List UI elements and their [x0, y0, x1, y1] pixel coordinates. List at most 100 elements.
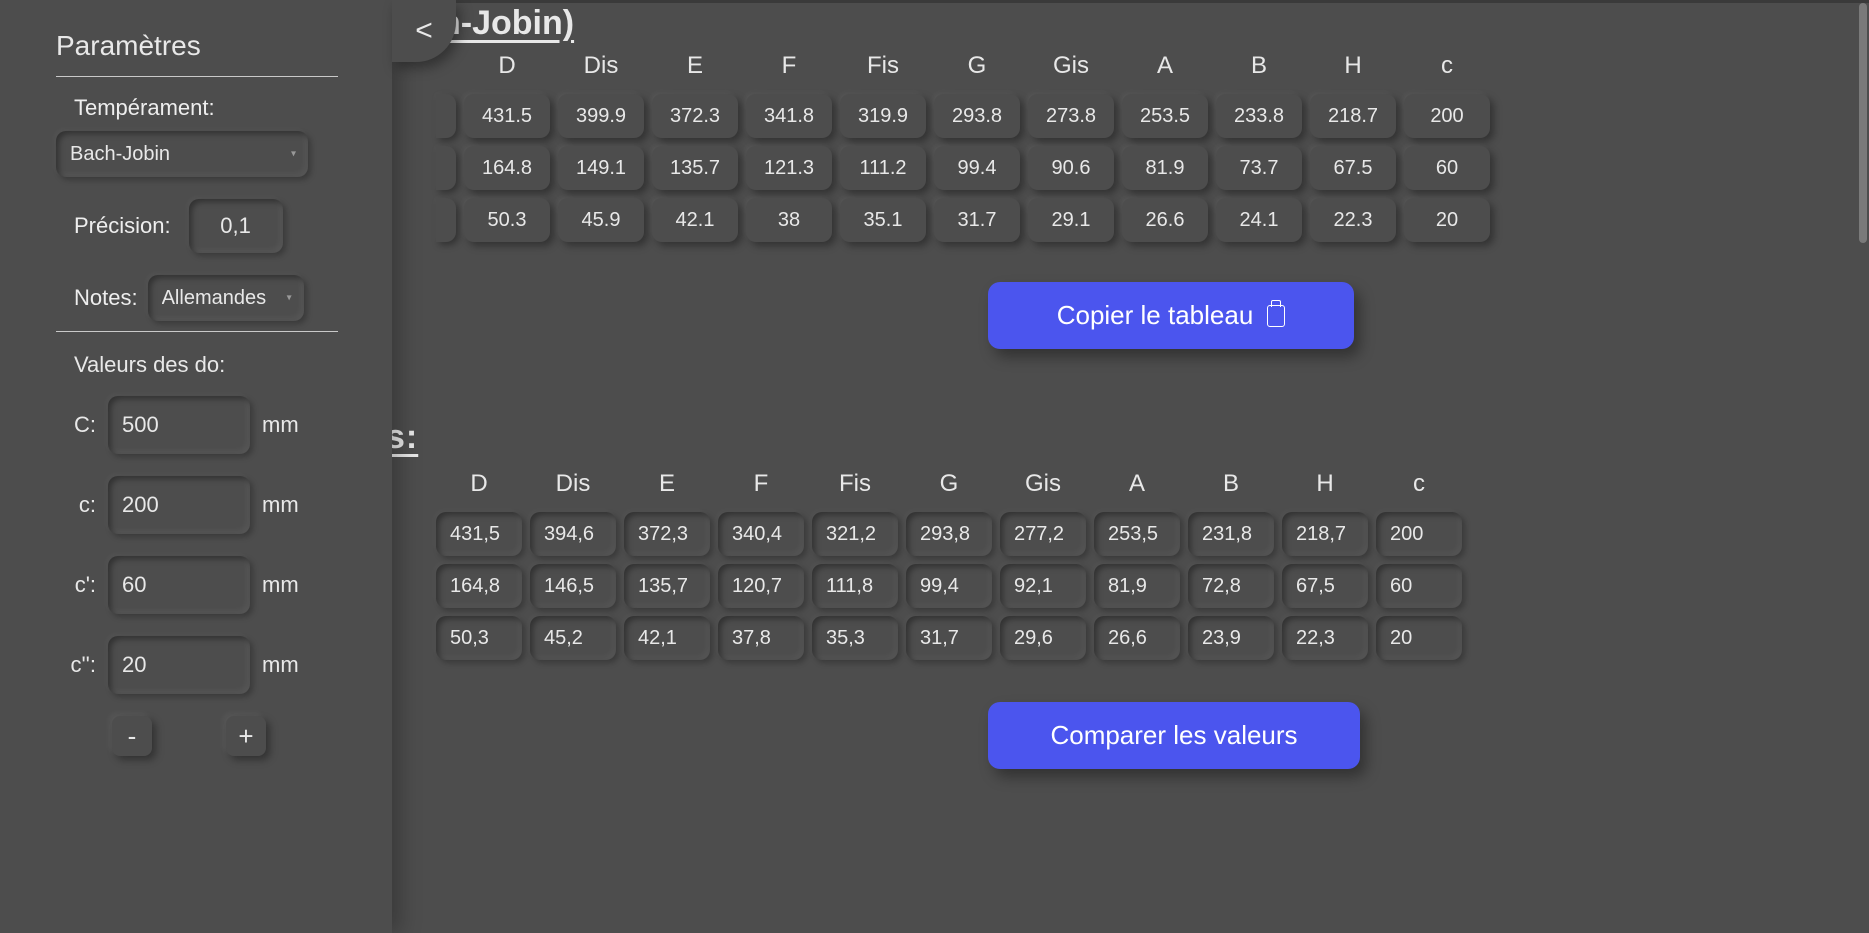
do-input-2[interactable] — [108, 556, 250, 614]
table-cell: 372.3 — [652, 94, 738, 138]
table-input-cell[interactable]: 92,1 — [1000, 564, 1086, 608]
table-input-cell[interactable]: 37,8 — [718, 616, 804, 660]
table-input-cell[interactable]: 60 — [1376, 564, 1462, 608]
table-input-cell[interactable]: 31,7 — [906, 616, 992, 660]
divider — [56, 76, 338, 77]
clipboard-icon — [1267, 305, 1285, 327]
table-cell: 121.3 — [746, 146, 832, 190]
table-input-cell[interactable]: 72,8 — [1188, 564, 1274, 608]
table-input-cell[interactable]: 372,3 — [624, 512, 710, 556]
results-table: DDisEFFisGGisABHc431.5399.9372.3341.8319… — [428, 38, 1498, 250]
unit-label: mm — [262, 412, 299, 438]
table-cell: 253.5 — [1122, 94, 1208, 138]
table-cell: 81.9 — [1122, 146, 1208, 190]
do-input-3[interactable] — [108, 636, 250, 694]
column-header: A — [1094, 464, 1180, 504]
column-header: Gis — [1028, 46, 1114, 86]
table-cell: 31.7 — [934, 198, 1020, 242]
divider — [56, 331, 338, 332]
table-input-cell[interactable]: 111,8 — [812, 564, 898, 608]
do-label: c': — [56, 572, 96, 598]
table-cell: 164.8 — [464, 146, 550, 190]
table-input-cell[interactable]: 277,2 — [1000, 512, 1086, 556]
main-content: < h-Jobin) DDisEFFisGGisABHc431.5399.937… — [392, 0, 1869, 933]
do-value-row: c'':mm — [56, 636, 352, 694]
table-input-cell[interactable]: 81,9 — [1094, 564, 1180, 608]
table-cell: 319.9 — [840, 94, 926, 138]
table-input-cell[interactable]: 35,3 — [812, 616, 898, 660]
table-cell: 38 — [746, 198, 832, 242]
do-label: c: — [56, 492, 96, 518]
column-header: Fis — [812, 464, 898, 504]
table-input-cell[interactable]: 394,6 — [530, 512, 616, 556]
column-header: c — [1376, 464, 1462, 504]
table-input-cell[interactable]: 340,4 — [718, 512, 804, 556]
precision-input[interactable] — [189, 199, 283, 253]
table-cell: 42.1 — [652, 198, 738, 242]
do-label: c'': — [56, 652, 96, 678]
table-input-cell[interactable]: 22,3 — [1282, 616, 1368, 660]
table-input-cell[interactable]: 135,7 — [624, 564, 710, 608]
table-input-cell[interactable]: 42,1 — [624, 616, 710, 660]
column-header: E — [652, 46, 738, 86]
table-cell: 99.4 — [934, 146, 1020, 190]
table-input-cell[interactable]: 431,5 — [436, 512, 522, 556]
table-cell: 341.8 — [746, 94, 832, 138]
column-header: c — [1404, 46, 1490, 86]
temperament-select[interactable]: Bach-Jobin — [56, 131, 308, 177]
table-cell: 73.7 — [1216, 146, 1302, 190]
table-input-cell[interactable]: 29,6 — [1000, 616, 1086, 660]
column-header: F — [718, 464, 804, 504]
compare-button[interactable]: Comparer les valeurs — [988, 702, 1360, 769]
table-cell: 135.7 — [652, 146, 738, 190]
table-input-cell[interactable]: 20 — [1376, 616, 1462, 660]
column-header: H — [1310, 46, 1396, 86]
column-header: D — [436, 464, 522, 504]
temperament-label: Tempérament: — [74, 95, 215, 121]
vertical-scrollbar[interactable] — [1859, 3, 1867, 243]
column-header: D — [464, 46, 550, 86]
table-input-cell[interactable]: 99,4 — [906, 564, 992, 608]
do-input-1[interactable] — [108, 476, 250, 534]
table-input-cell[interactable]: 23,9 — [1188, 616, 1274, 660]
sidebar: Paramètres Tempérament: Bach-Jobin Préci… — [0, 0, 392, 933]
table-input-cell[interactable]: 200 — [1376, 512, 1462, 556]
copy-button-label: Copier le tableau — [1057, 300, 1254, 331]
table-cell: 45.9 — [558, 198, 644, 242]
copy-table-button[interactable]: Copier le tableau — [988, 282, 1354, 349]
table-cell: 20 — [1404, 198, 1490, 242]
table-input-cell[interactable]: 146,5 — [530, 564, 616, 608]
do-value-row: c:mm — [56, 476, 352, 534]
table-cell: 29.1 — [1028, 198, 1114, 242]
table-cell: 22.3 — [1310, 198, 1396, 242]
unit-label: mm — [262, 572, 299, 598]
table-cell: 273.8 — [1028, 94, 1114, 138]
column-header: Dis — [530, 464, 616, 504]
table-input-cell[interactable]: 45,2 — [530, 616, 616, 660]
do-input-0[interactable] — [108, 396, 250, 454]
table-input-cell[interactable]: 50,3 — [436, 616, 522, 660]
minus-button[interactable]: - — [112, 716, 152, 756]
column-header: Fis — [840, 46, 926, 86]
plus-button[interactable]: + — [226, 716, 266, 756]
column-header: E — [624, 464, 710, 504]
table-cell-partial — [436, 94, 456, 138]
table-input-cell[interactable]: 321,2 — [812, 512, 898, 556]
table-cell: 35.1 — [840, 198, 926, 242]
table-input-cell[interactable]: 26,6 — [1094, 616, 1180, 660]
table-cell: 149.1 — [558, 146, 644, 190]
table-input-cell[interactable]: 293,8 — [906, 512, 992, 556]
notes-select[interactable]: Allemandes — [148, 275, 304, 321]
table-input-cell[interactable]: 253,5 — [1094, 512, 1180, 556]
table-input-cell[interactable]: 231,8 — [1188, 512, 1274, 556]
table-cell: 233.8 — [1216, 94, 1302, 138]
table-input-cell[interactable]: 218,7 — [1282, 512, 1368, 556]
precision-label: Précision: — [74, 213, 171, 239]
table-input-cell[interactable]: 67,5 — [1282, 564, 1368, 608]
table-input-cell[interactable]: 164,8 — [436, 564, 522, 608]
table-cell: 111.2 — [840, 146, 926, 190]
table-cell-partial — [436, 146, 456, 190]
table-input-cell[interactable]: 120,7 — [718, 564, 804, 608]
column-header: Gis — [1000, 464, 1086, 504]
column-header: A — [1122, 46, 1208, 86]
